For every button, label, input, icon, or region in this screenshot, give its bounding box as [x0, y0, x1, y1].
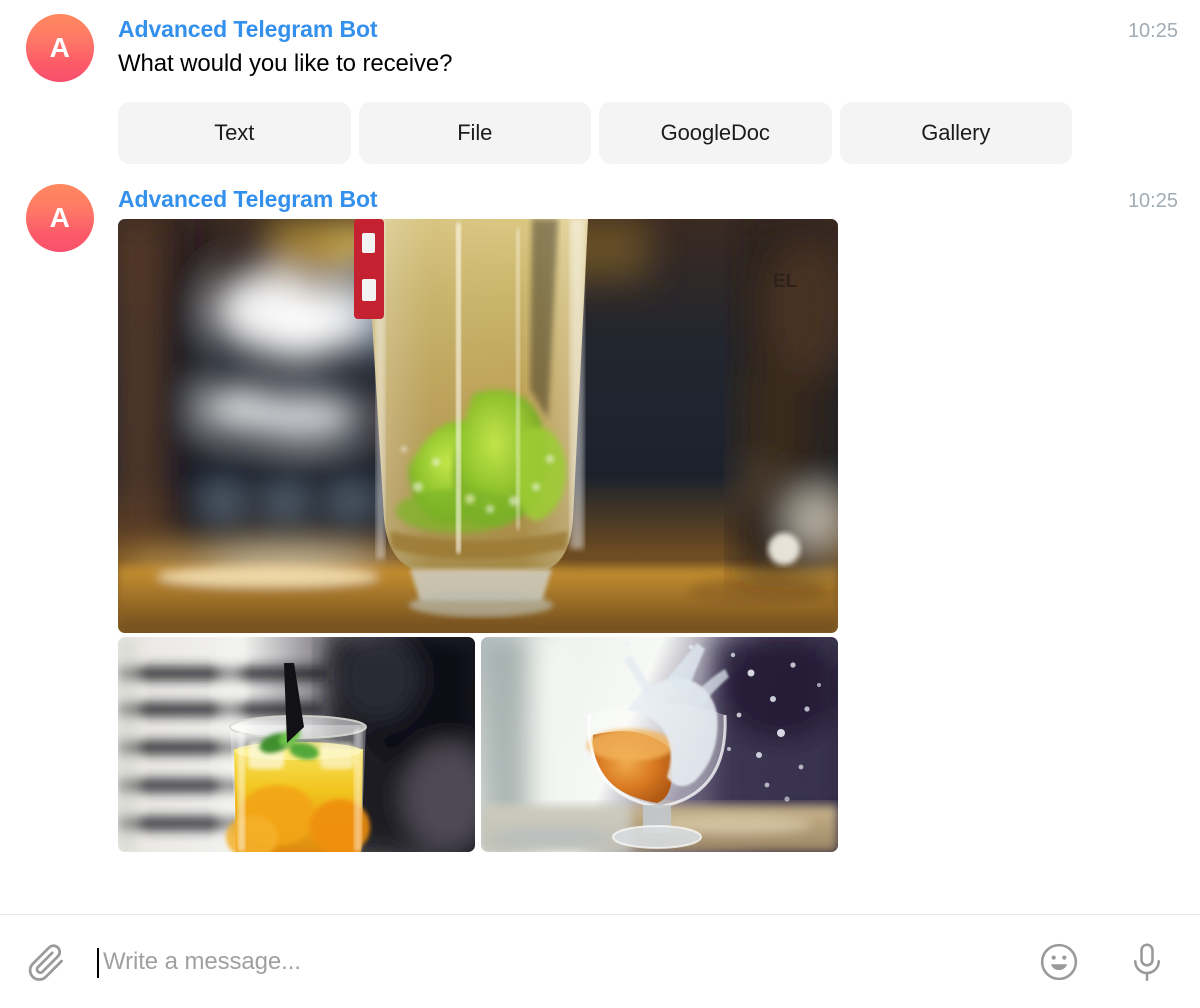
message-list[interactable]: A Advanced Telegram Bot 10:25 What would… [0, 0, 1200, 914]
album-photo-3[interactable] [481, 637, 838, 852]
message-timestamp: 10:25 [1127, 190, 1178, 212]
message-timestamp: 10:25 [1127, 20, 1178, 42]
water-splash-glass-photo [481, 637, 838, 852]
smiley-glyph [1040, 943, 1078, 980]
message-body: Advanced Telegram Bot 10:25 What would y… [118, 14, 1200, 164]
text-caret [97, 947, 99, 978]
sender-name[interactable]: Advanced Telegram Bot [118, 184, 378, 214]
svg-text:EL: EL [773, 271, 798, 292]
message-composer [0, 914, 1200, 1008]
sender-name[interactable]: Advanced Telegram Bot [118, 14, 378, 44]
avatar-initial: A [49, 32, 71, 63]
message-header: Advanced Telegram Bot 10:25 [118, 14, 1200, 45]
cocktail-bar-photo: EL [118, 219, 838, 633]
album-photo-2[interactable] [118, 637, 475, 852]
keyboard-button-file[interactable]: File [358, 102, 591, 164]
message-body: Advanced Telegram Bot 10:25 EL [118, 184, 1200, 852]
paperclip-icon[interactable] [22, 938, 70, 986]
paperclip-glyph [28, 943, 63, 981]
keyboard-button-gallery[interactable]: Gallery [839, 102, 1072, 164]
photo-album: EL [118, 219, 838, 852]
microphone-icon[interactable] [1124, 939, 1170, 985]
composer-actions [1036, 939, 1170, 985]
inline-keyboard: Text File GoogleDoc Gallery [118, 102, 1072, 164]
microphone-glyph [1133, 942, 1161, 981]
message-input-wrapper[interactable] [97, 938, 1036, 986]
avatar[interactable]: A [26, 14, 94, 82]
message-item: A Advanced Telegram Bot 10:25 EL [0, 164, 1200, 852]
album-bottom-row [118, 637, 838, 852]
keyboard-button-googledoc[interactable]: GoogleDoc [599, 102, 832, 164]
orange-juice-cocktail-photo [118, 637, 475, 852]
avatar-initial: A [49, 202, 71, 233]
avatar[interactable]: A [26, 184, 94, 252]
message-text: What would you like to receive? [118, 50, 453, 77]
message-item: A Advanced Telegram Bot 10:25 What would… [0, 0, 1200, 164]
message-input[interactable] [97, 947, 1036, 976]
smiley-icon[interactable] [1036, 939, 1082, 985]
telegram-chat-window: A Advanced Telegram Bot 10:25 What would… [0, 0, 1200, 1008]
album-photo-main[interactable]: EL [118, 219, 838, 633]
keyboard-button-text[interactable]: Text [118, 102, 351, 164]
message-header: Advanced Telegram Bot 10:25 [118, 184, 1200, 215]
